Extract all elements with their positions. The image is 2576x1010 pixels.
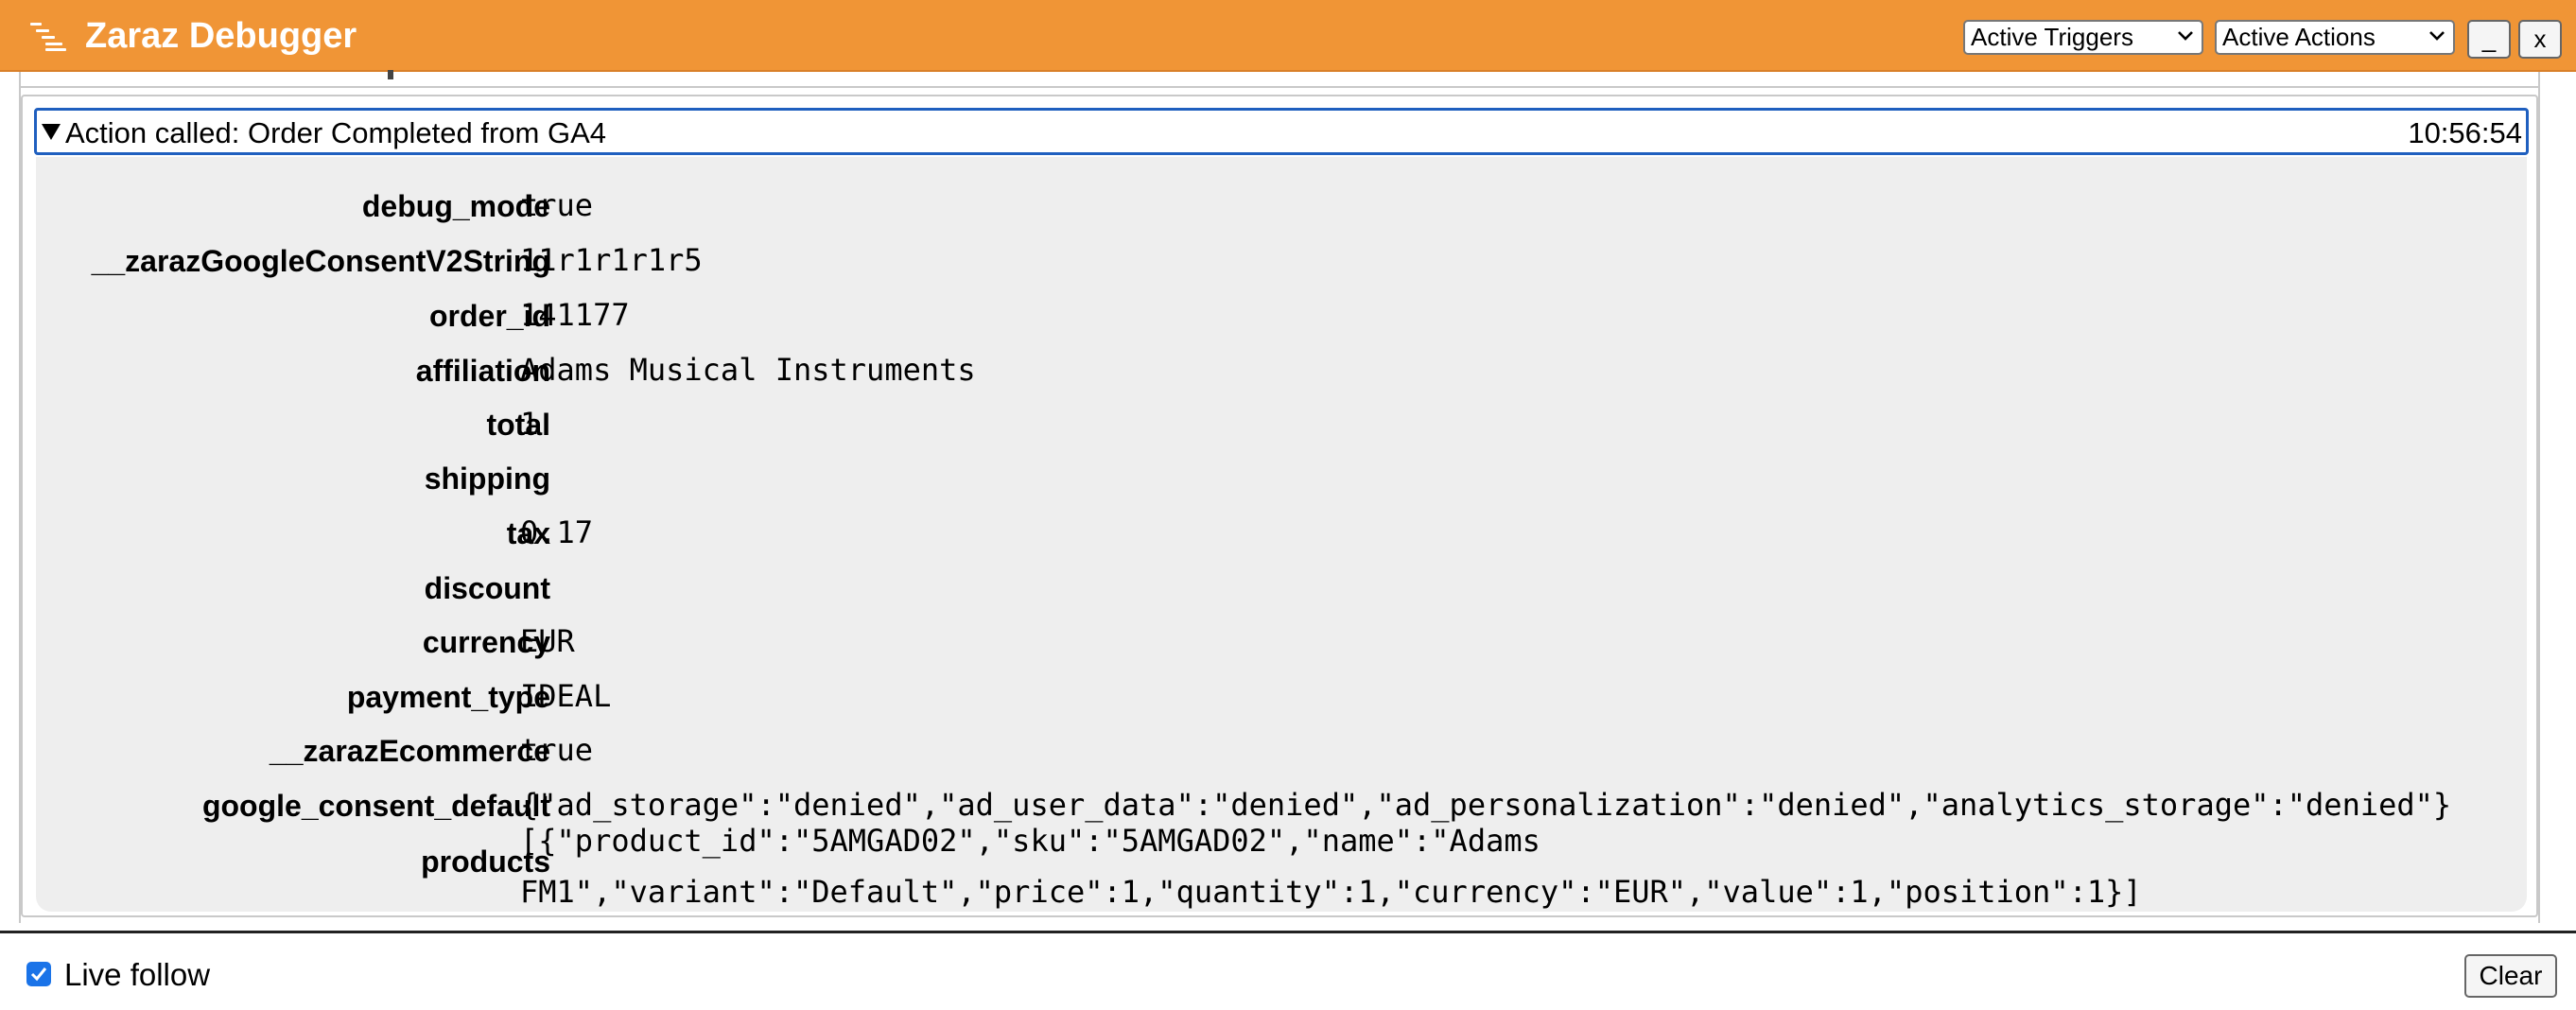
- entry-timestamp: 10:56:54: [2408, 116, 2522, 149]
- previous-entry[interactable]: [21, 70, 2538, 88]
- property-key: total: [486, 408, 550, 442]
- list-icon: [30, 23, 68, 51]
- app-title: Zaraz Debugger: [85, 16, 357, 56]
- live-follow-label[interactable]: Live follow: [64, 956, 210, 994]
- property-value: Adams Musical Instruments: [520, 352, 976, 388]
- property-key: google_consent_default: [201, 789, 550, 823]
- property-key: __zarazGoogleConsentV2String: [91, 244, 550, 278]
- entry-header[interactable]: Action called: Order Completed from GA4 …: [34, 108, 2529, 155]
- properties-table: debug_mode true __zarazGoogleConsentV2Stri…: [36, 157, 2527, 912]
- active-actions-value: Active Actions: [2222, 23, 2376, 51]
- check-icon: [30, 967, 47, 982]
- minimize-button[interactable]: _: [2467, 20, 2511, 59]
- property-value: IDEAL: [520, 678, 612, 714]
- property-value: true: [520, 732, 594, 768]
- property-value: 0.17: [520, 514, 594, 550]
- active-triggers-value: Active Triggers: [1971, 23, 2133, 51]
- clear-button[interactable]: Clear: [2464, 954, 2557, 998]
- titlebar: Zaraz Debugger Active Triggers Active Ac…: [0, 0, 2576, 72]
- property-value: EUR: [520, 623, 575, 659]
- entry-title: Action called: Order Completed from GA4: [65, 116, 607, 149]
- property-key: shipping: [424, 461, 550, 496]
- property-key: discount: [424, 571, 550, 605]
- live-follow-checkbox[interactable]: [26, 962, 51, 986]
- chevron-down-icon: [2178, 31, 2193, 41]
- property-value: [{"product_id":"5AMGAD02","sku":"5AMGAD0…: [520, 823, 2142, 910]
- property-value: 11r1r1r1r5: [520, 242, 703, 278]
- property-key: __zarazEcommerce: [269, 734, 550, 768]
- property-value: 141177: [520, 297, 630, 333]
- property-value: 1: [520, 406, 539, 442]
- active-triggers-select[interactable]: Active Triggers: [1963, 20, 2203, 55]
- caret-down-icon: [42, 124, 61, 140]
- property-value: true: [520, 187, 594, 223]
- chevron-down-icon: [2429, 31, 2445, 41]
- active-actions-select[interactable]: Active Actions: [2215, 20, 2455, 55]
- footer: Live follow Clear: [0, 933, 2576, 1010]
- close-button[interactable]: x: [2518, 20, 2562, 59]
